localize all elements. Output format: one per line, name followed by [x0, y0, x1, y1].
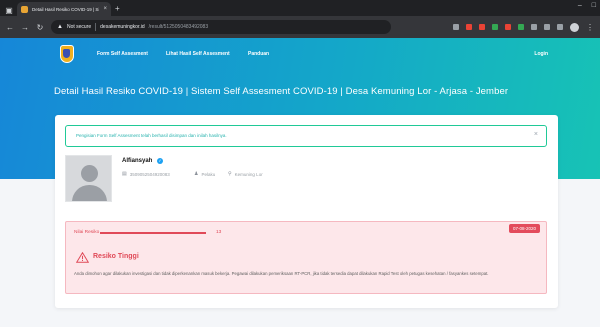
warning-triangle-icon — [76, 252, 89, 263]
risk-level-title: Resiko Tinggi — [93, 253, 139, 260]
extension-icon[interactable] — [479, 24, 485, 30]
tab-strip: ▣ Detail Hasil Resiko COVID-19 | Sis × + — [0, 0, 600, 16]
user-gender: ♟ Pelaku — [194, 171, 215, 177]
login-link[interactable]: Login — [534, 51, 548, 57]
url-host: desakemuningkor.id — [100, 24, 145, 30]
page-title: Detail Hasil Resiko COVID-19 | Sistem Se… — [54, 86, 509, 97]
avatar-head-shape — [81, 165, 98, 182]
reload-icon[interactable]: ↻ — [36, 23, 44, 32]
divider — [95, 23, 97, 31]
forward-icon[interactable]: → — [21, 23, 29, 32]
menu-dots-icon[interactable]: ⋮ — [586, 23, 594, 32]
user-location: ⚲ Kemuning Lor — [228, 171, 263, 177]
not-secure-label: Not secure — [66, 24, 92, 30]
risk-description: Anda dimohon agar dilakukan investigasi … — [74, 271, 489, 276]
location-pin-icon: ⚲ — [228, 171, 232, 177]
tab-close-icon[interactable]: × — [103, 6, 107, 12]
tab-title: Detail Hasil Resiko COVID-19 | Sis — [32, 6, 100, 12]
tab-favicon-icon — [21, 5, 28, 13]
maximize-icon[interactable]: □ — [592, 2, 596, 9]
risk-score-bar — [100, 232, 206, 234]
extension-icon[interactable] — [492, 24, 498, 30]
url-path: /result/5125050483492083 — [148, 24, 209, 30]
extension-icon[interactable] — [557, 24, 563, 30]
extension-icon[interactable] — [544, 24, 550, 30]
success-alert: Pengisian Form Self Assesment telah berh… — [65, 125, 547, 147]
alert-text: Pengisian Form Self Assesment telah berh… — [76, 133, 227, 138]
browser-toolbar: ← → ↻ ▲ Not secure desakemuningkor.id /r… — [0, 16, 600, 38]
id-card-icon: ▤ — [122, 171, 127, 177]
window-controls: – □ — [578, 2, 596, 9]
site-navbar: Form Self Assesment Lihat Hasil Self Ass… — [0, 44, 600, 68]
extension-icons: ⋮ — [453, 22, 594, 32]
extension-icon[interactable] — [518, 24, 524, 30]
avatar — [65, 155, 112, 202]
user-name: Alfiansyah — [122, 158, 153, 164]
browser-chrome: ▣ Detail Hasil Resiko COVID-19 | Sis × +… — [0, 0, 600, 38]
extension-icon[interactable] — [453, 24, 459, 30]
risk-score-label: Nilai Resiko — [74, 230, 100, 235]
warning-icon: ▲ — [57, 24, 63, 30]
user-gender-value: Pelaku — [201, 171, 216, 177]
extension-icon[interactable] — [531, 24, 537, 30]
risk-score-value: 13 — [216, 230, 222, 235]
browser-tab[interactable]: Detail Hasil Resiko COVID-19 | Sis × — [17, 2, 111, 16]
verified-icon: ✓ — [157, 158, 163, 164]
date-badge: 07-08-2020 — [508, 224, 540, 233]
nav-panduan[interactable]: Panduan — [248, 51, 269, 57]
result-card: Pengisian Form Self Assesment telah berh… — [55, 115, 558, 308]
nav-form-self-assesment[interactable]: Form Self Assesment — [97, 51, 148, 57]
extension-icon[interactable] — [466, 24, 472, 30]
avatar-body-shape — [72, 185, 107, 201]
address-bar[interactable]: ▲ Not secure desakemuningkor.id /result/… — [51, 20, 391, 34]
minimize-icon[interactable]: – — [578, 2, 582, 9]
nav-lihat-hasil[interactable]: Lihat Hasil Self Assesment — [166, 51, 230, 57]
back-icon[interactable]: ← — [6, 23, 14, 32]
logo-emblem — [63, 49, 70, 58]
user-location-value: Kemuning Lor — [234, 171, 263, 177]
site-logo[interactable] — [60, 45, 74, 63]
window-menu-icon[interactable]: ▣ — [4, 6, 14, 16]
risk-result-box: Nilai Resiko 13 07-08-2020 Resiko Tinggi… — [65, 221, 547, 294]
user-nik-value: 3509052504920083 — [129, 171, 170, 177]
user-nik: ▤ 3509052504920083 — [122, 171, 170, 177]
alert-close-icon[interactable]: × — [534, 131, 538, 138]
profile-avatar-icon[interactable] — [570, 22, 579, 32]
new-tab-icon[interactable]: + — [115, 2, 120, 16]
user-icon: ♟ — [194, 171, 199, 177]
extension-icon[interactable] — [505, 24, 511, 30]
